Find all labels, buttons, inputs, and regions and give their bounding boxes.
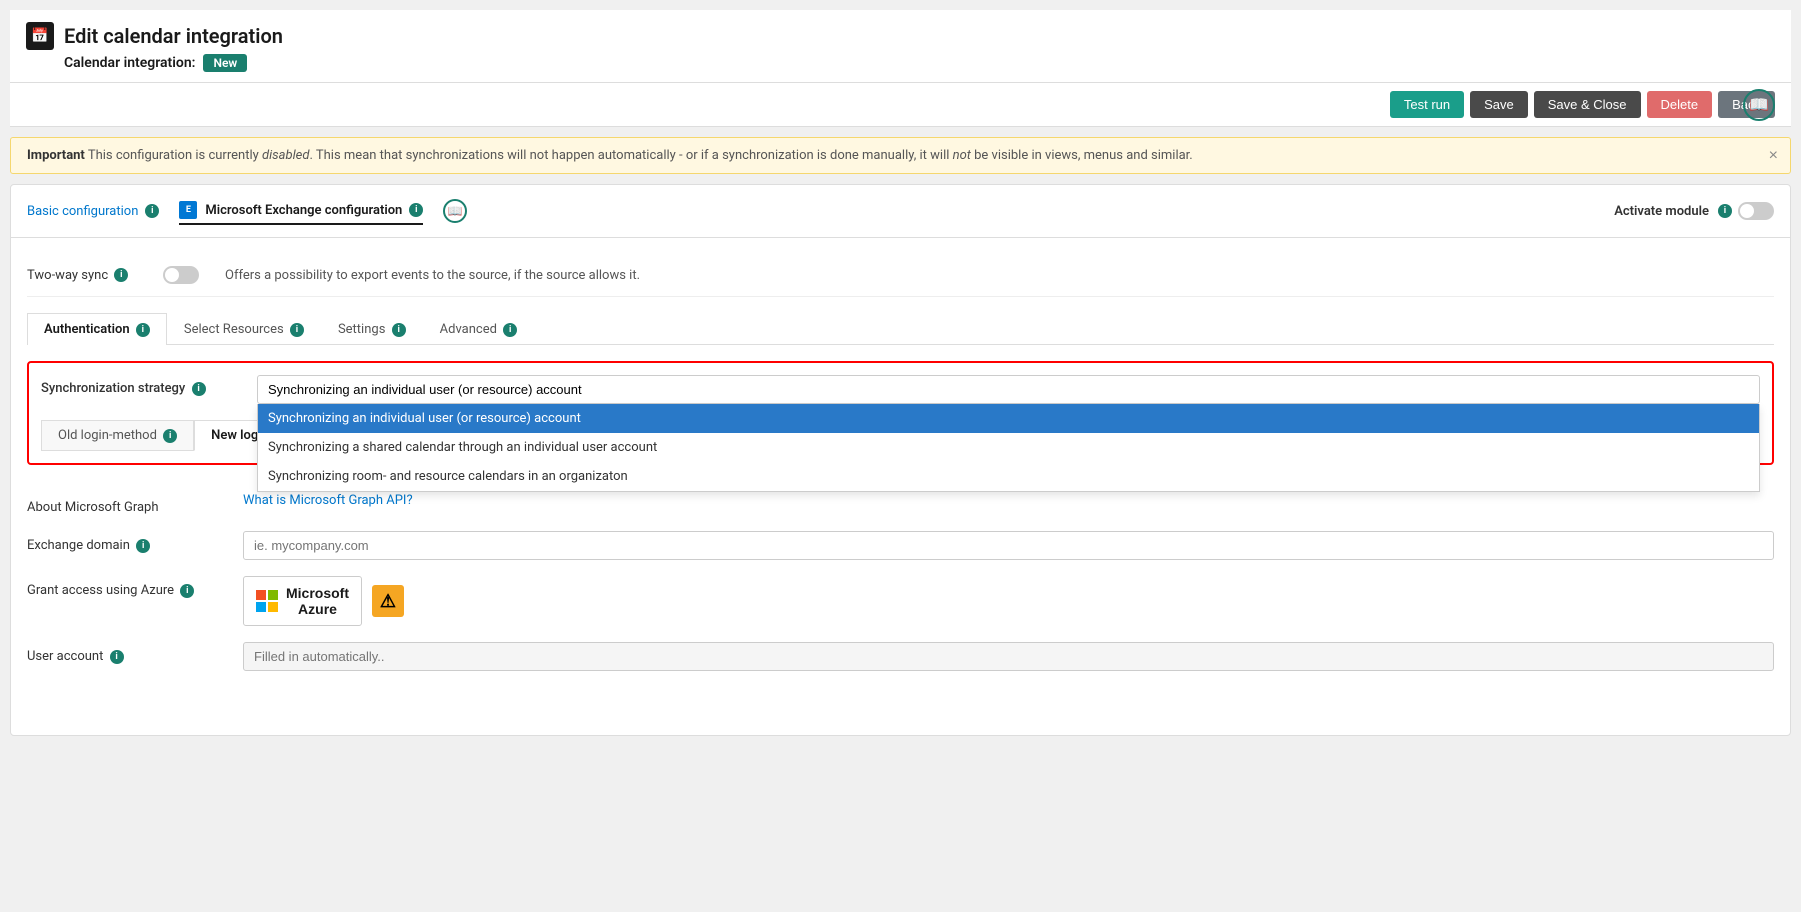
user-account-row: User account i xyxy=(27,642,1774,671)
exchange-domain-label: Exchange domain i xyxy=(27,531,227,553)
new-badge: New xyxy=(203,54,247,72)
tab-ms-exchange[interactable]: E Microsoft Exchange configuration i xyxy=(179,197,423,225)
alert-bold: Important xyxy=(27,148,85,163)
sync-strategy-label: Synchronization strategy i xyxy=(41,375,241,396)
ms-exchange-info-icon[interactable]: i xyxy=(409,203,423,217)
about-ms-graph-row: About Microsoft Graph What is Microsoft … xyxy=(27,493,1774,515)
activate-module-toggle[interactable] xyxy=(1738,202,1774,220)
test-run-button[interactable]: Test run xyxy=(1390,91,1464,118)
toolbar: Test run Save Save & Close Delete Back 📖 xyxy=(10,83,1791,127)
inner-tab-advanced[interactable]: Advanced i xyxy=(423,313,535,345)
two-way-sync-label: Two-way sync i xyxy=(27,268,147,283)
dropdown-option-2[interactable]: Synchronizing a shared calendar through … xyxy=(258,433,1759,462)
sync-strategy-dropdown-wrapper: Synchronizing an individual user (or res… xyxy=(257,375,1760,404)
inner-tab-settings[interactable]: Settings i xyxy=(321,313,423,345)
activate-module-info-icon[interactable]: i xyxy=(1718,204,1732,218)
select-resources-info-icon[interactable]: i xyxy=(290,323,304,337)
basic-config-info-icon[interactable]: i xyxy=(145,204,159,218)
inner-tabs: Authentication i Select Resources i Sett… xyxy=(27,313,1774,345)
tab-book-logo: 📖 xyxy=(443,199,467,223)
book-logo-icon: 📖 xyxy=(1743,89,1775,121)
two-way-sync-toggle[interactable] xyxy=(163,266,199,284)
ms-logo-green xyxy=(268,590,278,600)
exchange-domain-row: Exchange domain i xyxy=(27,531,1774,560)
two-way-sync-row: Two-way sync i Offers a possibility to e… xyxy=(27,254,1774,297)
user-account-info-icon[interactable]: i xyxy=(110,650,124,664)
inner-tab-authentication[interactable]: Authentication i xyxy=(27,313,167,345)
tab-basic-config-label: Basic configuration xyxy=(27,204,138,219)
inner-tab-select-resources[interactable]: Select Resources i xyxy=(167,313,321,345)
activate-module-label: Activate module xyxy=(1614,204,1709,219)
form-section: About Microsoft Graph What is Microsoft … xyxy=(27,477,1774,703)
sync-strategy-info-icon[interactable]: i xyxy=(192,382,206,396)
grant-access-value: MicrosoftAzure ⚠ xyxy=(243,576,1774,626)
sync-strategy-dropdown-list: Synchronizing an individual user (or res… xyxy=(257,404,1760,492)
old-login-tab[interactable]: Old login-method i xyxy=(41,420,194,451)
save-button[interactable]: Save xyxy=(1470,91,1528,118)
dropdown-option-3[interactable]: Synchronizing room- and resource calenda… xyxy=(258,462,1759,491)
grant-access-row: Grant access using Azure i xyxy=(27,576,1774,626)
user-account-input[interactable] xyxy=(243,642,1774,671)
dropdown-option-1[interactable]: Synchronizing an individual user (or res… xyxy=(258,404,1759,433)
about-ms-graph-value: What is Microsoft Graph API? xyxy=(243,493,1774,508)
main-card: Basic configuration i E Microsoft Exchan… xyxy=(10,184,1791,736)
alert-text: This configuration is currently disabled… xyxy=(88,148,1193,163)
sync-strategy-select[interactable]: Synchronizing an individual user (or res… xyxy=(257,375,1760,404)
auth-tab-info-icon[interactable]: i xyxy=(136,323,150,337)
tabs-bar: Basic configuration i E Microsoft Exchan… xyxy=(11,185,1790,238)
ms-logo-yellow xyxy=(268,602,278,612)
old-login-info-icon[interactable]: i xyxy=(163,429,177,443)
exchange-domain-info-icon[interactable]: i xyxy=(136,539,150,553)
ms-logo xyxy=(256,590,278,612)
tab-ms-exchange-label: Microsoft Exchange configuration xyxy=(205,203,402,218)
ms-logo-red xyxy=(256,590,266,600)
ms-logo-blue xyxy=(256,602,266,612)
advanced-info-icon[interactable]: i xyxy=(503,323,517,337)
exchange-domain-input[interactable] xyxy=(243,531,1774,560)
user-account-value xyxy=(243,642,1774,671)
sync-strategy-row: Synchronization strategy i Synchronizing… xyxy=(41,375,1760,404)
ms-graph-api-link[interactable]: What is Microsoft Graph API? xyxy=(243,493,413,508)
exchange-domain-value xyxy=(243,531,1774,560)
settings-info-icon[interactable]: i xyxy=(392,323,406,337)
auth-tab-content: Synchronization strategy i Synchronizing… xyxy=(27,345,1774,719)
grant-access-info-icon[interactable]: i xyxy=(180,584,194,598)
alert-close-button[interactable]: × xyxy=(1769,147,1778,165)
ms-azure-text: MicrosoftAzure xyxy=(286,585,349,617)
ms-azure-button[interactable]: MicrosoftAzure xyxy=(243,576,362,626)
user-account-label: User account i xyxy=(27,642,227,664)
about-ms-graph-label: About Microsoft Graph xyxy=(27,493,227,515)
save-close-button[interactable]: Save & Close xyxy=(1534,91,1641,118)
tab-book-icon[interactable]: 📖 xyxy=(443,195,467,227)
ms-exchange-icon: E xyxy=(179,201,197,219)
tab-basic-config[interactable]: Basic configuration i xyxy=(27,200,159,223)
activate-module-section: Activate module i xyxy=(1614,202,1774,220)
grant-access-label: Grant access using Azure i xyxy=(27,576,227,598)
warning-icon: ⚠ xyxy=(372,585,404,617)
sync-strategy-section: Synchronization strategy i Synchronizing… xyxy=(27,361,1774,465)
two-way-sync-description: Offers a possibility to export events to… xyxy=(225,268,640,283)
two-way-sync-info-icon[interactable]: i xyxy=(114,268,128,282)
page-title: Edit calendar integration xyxy=(64,24,283,48)
alert-banner: Important This configuration is currentl… xyxy=(10,137,1791,174)
subtitle-label: Calendar integration: xyxy=(64,55,195,71)
page-icon: 📅 xyxy=(26,22,54,50)
delete-button[interactable]: Delete xyxy=(1647,91,1713,118)
